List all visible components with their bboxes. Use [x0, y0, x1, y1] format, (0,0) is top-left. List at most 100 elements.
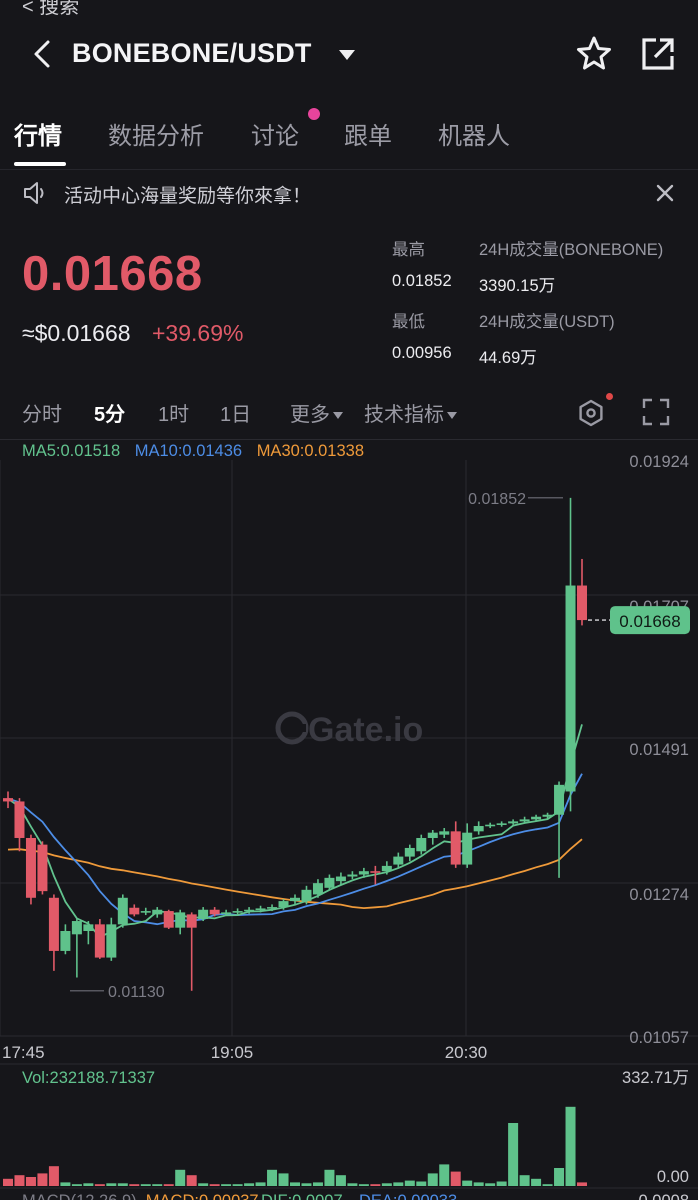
- candle: [117, 894, 128, 928]
- share-external-icon[interactable]: [638, 34, 678, 74]
- ma5-line: [7, 724, 583, 939]
- candle-body: [496, 823, 507, 825]
- candle: [439, 828, 450, 838]
- candle: [565, 497, 576, 812]
- candle-body: [255, 908, 266, 911]
- vol-base-label: 24H成交量(BONEBONE): [479, 241, 664, 259]
- candle-body: [358, 871, 369, 875]
- candle-body: [48, 897, 59, 951]
- caret-down-icon[interactable]: [336, 44, 358, 66]
- candle: [71, 919, 82, 978]
- chart-settings-icon[interactable]: [576, 398, 606, 428]
- volume-bar: [312, 1182, 323, 1186]
- candle: [404, 844, 415, 862]
- tab-data-analysis[interactable]: 数据分析: [108, 116, 204, 151]
- low-value: 0.00956: [392, 344, 452, 362]
- tab-discussion[interactable]: 讨论: [251, 116, 299, 151]
- candle-body: [404, 847, 415, 857]
- back-search-link[interactable]: < 搜索: [0, 0, 79, 18]
- candle: [577, 558, 587, 626]
- volume-bar: [244, 1183, 255, 1186]
- candle-body: [221, 912, 232, 914]
- tab-market[interactable]: 行情: [14, 116, 62, 151]
- interval-timeline[interactable]: 分时: [22, 398, 62, 427]
- candle-body: [232, 911, 243, 913]
- candle: [94, 919, 105, 959]
- candle-body: [198, 909, 209, 920]
- price-change: +39.69%: [152, 320, 244, 346]
- candle-body: [473, 826, 484, 832]
- volume-bar: [531, 1178, 542, 1186]
- candle-body: [140, 911, 151, 913]
- candle-body: [290, 897, 300, 902]
- kline-chart[interactable]: Gate.io 0.019240.017070.014910.012740.01…: [0, 440, 698, 1200]
- candle: [554, 781, 565, 878]
- volume-bar: [60, 1182, 71, 1186]
- volume-bar: [186, 1175, 197, 1186]
- price-tick-label: 0.01057: [629, 1029, 689, 1047]
- candle-body: [94, 924, 105, 958]
- interval-more[interactable]: 更多: [290, 398, 343, 427]
- candle-body: [278, 901, 289, 908]
- volume-pane: Vol:232188.71337 332.71万 0.00: [3, 1069, 689, 1186]
- candle: [462, 823, 473, 868]
- volume-bar: [48, 1166, 59, 1186]
- candle-body: [3, 798, 13, 802]
- indicators-menu[interactable]: 技术指标: [364, 398, 457, 427]
- candle-body: [347, 874, 358, 877]
- candle-body: [186, 914, 197, 928]
- announcement-bar[interactable]: 活动中心海量奖励等你來拿！: [0, 172, 698, 214]
- price-axis: 0.019240.017070.014910.012740.01057: [629, 453, 689, 1047]
- candle: [485, 822, 496, 829]
- volume-bar: [14, 1175, 25, 1186]
- caret-down-icon: [333, 412, 343, 420]
- interval-5m[interactable]: 5分: [94, 398, 125, 427]
- price-tick-label: 0.01274: [629, 886, 689, 904]
- candle-body: [244, 909, 255, 912]
- watermark: Gate.io: [275, 711, 423, 749]
- candle: [3, 791, 13, 809]
- candle-body: [60, 930, 71, 951]
- time-axis: 17:45 19:05 20:30: [2, 1043, 487, 1062]
- candle-body: [577, 585, 587, 621]
- time-tick-label: 17:45: [2, 1043, 45, 1062]
- candle: [473, 821, 484, 835]
- candle: [48, 894, 59, 971]
- back-button[interactable]: [26, 36, 58, 72]
- candle-body: [508, 821, 519, 824]
- discussion-notification-dot: [308, 108, 320, 120]
- candle-body: [554, 784, 565, 815]
- volume-bar: [152, 1184, 163, 1186]
- volume-bar: [347, 1183, 358, 1186]
- volume-bar: [393, 1182, 404, 1186]
- volume-bar: [25, 1177, 36, 1186]
- tab-copy-trading[interactable]: 跟单: [344, 116, 392, 151]
- candle: [347, 871, 358, 880]
- candle-body: [83, 924, 94, 931]
- announcement-text: 活动中心海量奖励等你來拿！: [64, 186, 312, 207]
- volume-max-label: 332.71万: [622, 1069, 689, 1087]
- tab-bots[interactable]: 机器人: [438, 116, 510, 151]
- candle-body: [565, 585, 576, 792]
- volume-bar: [198, 1183, 209, 1186]
- candle-body: [542, 814, 553, 817]
- close-icon[interactable]: [652, 180, 678, 206]
- low-label: 最低: [392, 313, 425, 331]
- fullscreen-icon[interactable]: [640, 396, 672, 428]
- candle-body: [14, 801, 25, 838]
- candle-body: [37, 844, 48, 892]
- interval-1h[interactable]: 1时: [158, 398, 189, 427]
- candle: [129, 904, 140, 917]
- volume-bar: [94, 1184, 105, 1186]
- time-tick-label: 19:05: [211, 1043, 254, 1062]
- star-icon[interactable]: [574, 34, 614, 74]
- interval-1d[interactable]: 1日: [220, 398, 251, 427]
- candle: [324, 874, 335, 890]
- last-price: 0.01668: [22, 247, 203, 301]
- candle: [542, 812, 553, 820]
- caret-down-icon: [447, 412, 457, 420]
- pair-title[interactable]: BONEBONE/USDT: [72, 38, 312, 69]
- vol-quote-value: 44.69万: [479, 349, 537, 367]
- volume-bar: [554, 1168, 565, 1186]
- candle-body: [175, 912, 186, 928]
